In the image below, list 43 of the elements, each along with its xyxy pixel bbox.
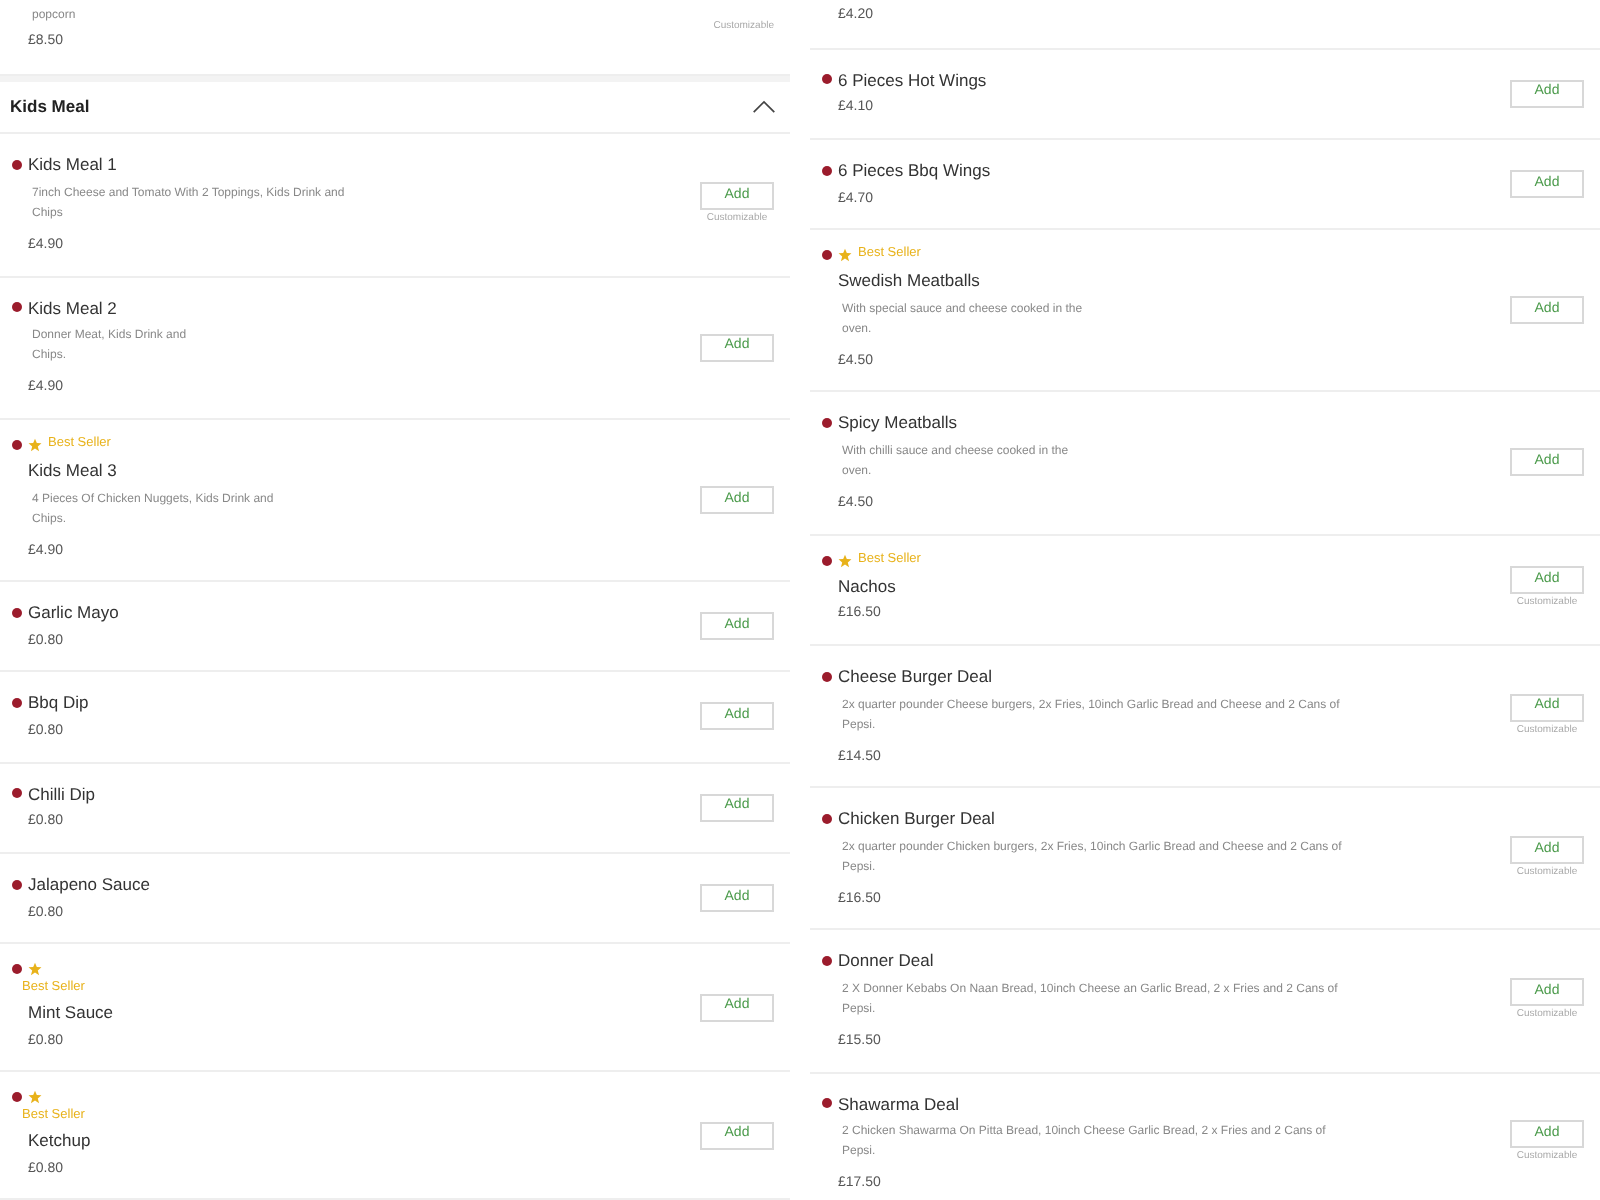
item-name: 6 Pieces Hot Wings [838, 67, 987, 93]
veg-indicator-icon [12, 788, 22, 799]
item-name: Shawarma Deal [838, 1091, 959, 1117]
star-icon [28, 437, 42, 452]
star-icon [838, 248, 852, 262]
star-icon [838, 553, 852, 567]
section-title: Kids Meal [10, 94, 90, 120]
veg-indicator-icon [822, 956, 832, 967]
item-name: Kids Meal 3 [28, 457, 119, 483]
item-name: Mint Sauce [28, 999, 114, 1025]
chevron-up-icon[interactable] [752, 99, 776, 114]
veg-indicator-icon [822, 165, 832, 176]
item-name: Jalapeno Sauce [28, 871, 150, 897]
veg-indicator-icon [822, 1098, 832, 1109]
veg-indicator-icon [12, 302, 22, 313]
veg-indicator-icon [12, 879, 22, 890]
item-name: Chicken Burger Deal [838, 806, 995, 832]
item-name: 6 Pieces Bbq Wings [838, 157, 991, 183]
item-name: Spicy Meatballs [838, 410, 958, 436]
item-name: Chilli Dip [28, 781, 96, 807]
veg-indicator-icon [12, 964, 22, 974]
veg-indicator-icon [822, 555, 832, 565]
veg-indicator-icon [822, 418, 832, 429]
veg-indicator-icon [822, 250, 832, 260]
veg-indicator-icon [12, 1092, 22, 1102]
item-name: Kids Meal 1 [28, 152, 117, 178]
veg-indicator-icon [12, 607, 22, 618]
item-name: Swedish Meatballs [838, 268, 982, 294]
veg-indicator-icon [12, 160, 22, 171]
item-name: Donner Deal [838, 948, 934, 974]
item-name: Nachos [838, 573, 898, 599]
item-name: Kids Meal 2 [28, 295, 117, 321]
item-name: Garlic Mayo [28, 600, 119, 626]
veg-indicator-icon [822, 813, 832, 824]
star-icon [28, 962, 42, 976]
veg-indicator-icon [12, 439, 22, 450]
veg-indicator-icon [822, 671, 832, 682]
item-name: Cheese Burger Deal [838, 663, 993, 689]
star-icon [28, 1090, 42, 1104]
item-name: Bbq Dip [28, 690, 89, 716]
veg-indicator-icon [822, 74, 832, 85]
item-name: Ketchup [28, 1127, 91, 1153]
veg-indicator-icon [12, 698, 22, 709]
